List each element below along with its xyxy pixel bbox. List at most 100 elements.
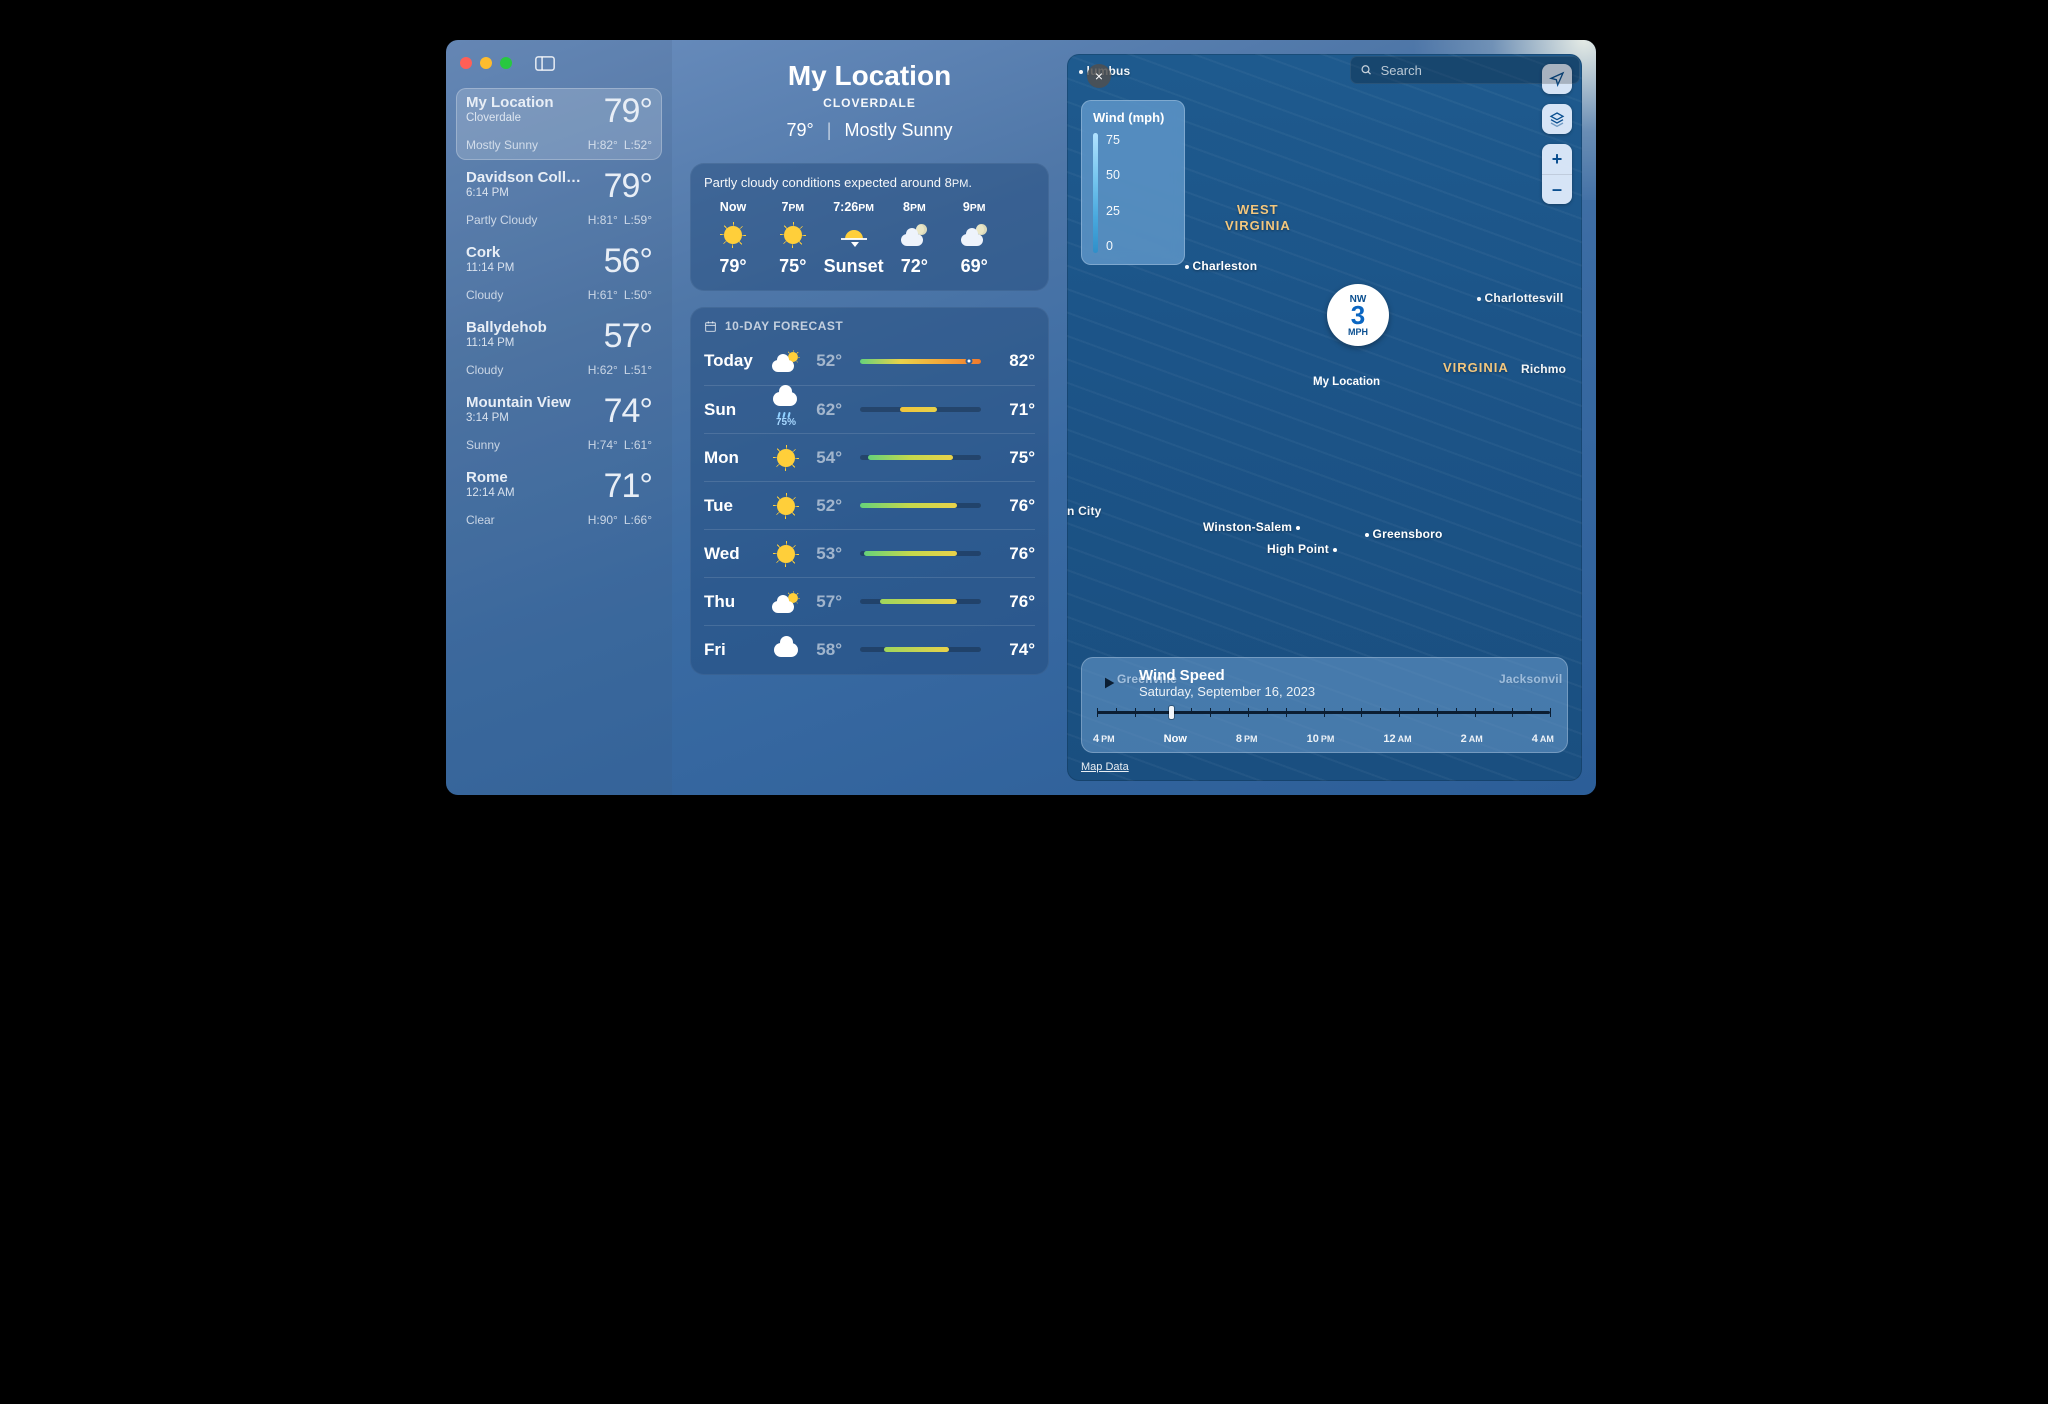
- day-row-1[interactable]: Sun75%62°71°: [704, 385, 1035, 433]
- timeline-titles: Wind Speed Saturday, September 16, 2023: [1139, 667, 1315, 699]
- location-name: Cork: [466, 244, 514, 261]
- day-row-4[interactable]: Wed53°76°: [704, 529, 1035, 577]
- location-condition: Mostly Sunny: [466, 138, 538, 152]
- day-name: Today: [704, 351, 766, 371]
- location-condition: Cloudy: [466, 363, 503, 377]
- legend-tick: 25: [1106, 204, 1120, 218]
- sidebar-item-2[interactable]: Cork11:14 PM56°CloudyH:61°L:50°: [456, 237, 662, 310]
- timeline-tick-label: 2AM: [1461, 733, 1483, 745]
- header-temp: 79°: [787, 120, 814, 140]
- temp-range-bar: [860, 407, 981, 412]
- sun-icon: [784, 226, 802, 244]
- search-input[interactable]: [1381, 63, 1570, 78]
- map-state-label: WEST: [1237, 202, 1279, 217]
- sun-icon: [724, 226, 742, 244]
- map-city-label: Richmo: [1521, 362, 1566, 376]
- timeline-play-button[interactable]: [1093, 667, 1125, 699]
- hour-item-1: 7PM75°: [764, 200, 822, 277]
- timeline-thumb[interactable]: [1169, 706, 1174, 719]
- day-low: 58°: [806, 640, 850, 660]
- sidebar-item-1[interactable]: Davidson Coll…6:14 PM79°Partly CloudyH:8…: [456, 162, 662, 235]
- day-icon-wrap: [766, 591, 806, 613]
- location-name: Mountain View: [466, 394, 571, 411]
- rain-icon: [773, 392, 799, 416]
- day-name: Mon: [704, 448, 766, 468]
- toggle-sidebar-button[interactable]: [534, 54, 556, 72]
- legend-tick: 0: [1106, 239, 1120, 253]
- header-cond: Mostly Sunny: [844, 120, 952, 140]
- map-state-label: VIRGINIA: [1225, 218, 1291, 233]
- location-subtitle: 11:14 PM: [466, 262, 514, 274]
- location-list: My LocationCloverdale79°Mostly SunnyH:82…: [456, 88, 662, 535]
- day-row-5[interactable]: Thu 57° 76°: [704, 577, 1035, 625]
- sidebar-item-5[interactable]: Rome12:14 AM71°ClearH:90°L:66°: [456, 462, 662, 535]
- map-close-button[interactable]: ×: [1087, 64, 1111, 88]
- day-low: 54°: [806, 448, 850, 468]
- sidebar-item-3[interactable]: Ballydehob11:14 PM57°CloudyH:62°L:51°: [456, 312, 662, 385]
- location-subtitle: 12:14 AM: [466, 487, 515, 499]
- day-row-3[interactable]: Tue52°76°: [704, 481, 1035, 529]
- map-panel[interactable]: × + – Wind (mph) 7550250: [1067, 54, 1582, 781]
- map-legend: Wind (mph) 7550250: [1081, 100, 1185, 265]
- location-temp: 74°: [604, 394, 652, 428]
- layers-icon: [1549, 111, 1565, 127]
- map-layers-button[interactable]: [1542, 104, 1572, 134]
- day-high: 76°: [991, 592, 1035, 612]
- day-high: 82°: [991, 351, 1035, 371]
- precip-chance: 75%: [776, 417, 796, 428]
- map-city-label: Charleston: [1185, 259, 1257, 273]
- timeline-track[interactable]: [1097, 707, 1550, 731]
- window-titlebar: [456, 50, 662, 88]
- hour-value: Sunset: [824, 256, 884, 277]
- ten-day-title: 10-DAY FORECAST: [725, 319, 843, 333]
- temp-range-bar: [860, 599, 981, 604]
- day-row-2[interactable]: Mon 54° 75°: [704, 433, 1035, 481]
- sunset-icon: [841, 225, 867, 245]
- current-temp-dot: [965, 358, 972, 365]
- sidebar: My LocationCloverdale79°Mostly SunnyH:82…: [446, 40, 672, 795]
- hour-value: 75°: [779, 256, 806, 277]
- wind-pin[interactable]: NW 3 MPH: [1327, 284, 1389, 346]
- sidebar-item-4[interactable]: Mountain View3:14 PM74°SunnyH:74°L:61°: [456, 387, 662, 460]
- search-field[interactable]: [1350, 56, 1580, 84]
- window-close-button[interactable]: [460, 57, 472, 69]
- hour-item-2: 7:26PMSunset: [824, 200, 884, 277]
- ten-day-forecast-card[interactable]: 10-DAY FORECAST Today52°82°Sun75%62°71°M…: [690, 307, 1049, 675]
- location-hilo: H:90°L:66°: [582, 513, 652, 527]
- window-minimize-button[interactable]: [480, 57, 492, 69]
- timeline-tick-label: 4PM: [1093, 733, 1115, 745]
- timeline-tick-label: 12AM: [1383, 733, 1411, 745]
- location-hilo: H:74°L:61°: [582, 438, 652, 452]
- legend-ticks: 7550250: [1106, 133, 1120, 253]
- hour-item-0: Now79°: [704, 200, 762, 277]
- location-temp: 79°: [604, 94, 652, 128]
- hourly-row: Now79°7PM75°7:26PMSunset8PM72°9PM69°: [704, 200, 1035, 277]
- hourly-forecast-card[interactable]: Partly cloudy conditions expected around…: [690, 163, 1049, 291]
- wind-speed: 3: [1351, 302, 1365, 328]
- legend-title: Wind (mph): [1093, 110, 1173, 125]
- day-icon-wrap: [766, 449, 806, 467]
- hour-label: 8PM: [903, 200, 926, 214]
- hour-item-4: 9PM69°: [945, 200, 1003, 277]
- moon-cloud-icon: [901, 224, 927, 246]
- window-zoom-button[interactable]: [500, 57, 512, 69]
- location-temp: 57°: [604, 319, 652, 353]
- location-header: My Location CLOVERDALE 79° | Mostly Sunn…: [690, 60, 1049, 141]
- day-high: 75°: [991, 448, 1035, 468]
- play-icon: [1101, 674, 1117, 692]
- sidebar-item-0[interactable]: My LocationCloverdale79°Mostly SunnyH:82…: [456, 88, 662, 160]
- day-low: 57°: [806, 592, 850, 612]
- map-zoom-in-button[interactable]: +: [1542, 144, 1572, 174]
- map-data-link[interactable]: Map Data: [1081, 761, 1129, 773]
- location-hilo: H:62°L:51°: [582, 363, 652, 377]
- sidebar-icon: [535, 56, 555, 71]
- traffic-lights: [460, 57, 512, 69]
- day-name: Thu: [704, 592, 766, 612]
- day-row-0[interactable]: Today52°82°: [704, 337, 1035, 385]
- hour-label: 9PM: [963, 200, 986, 214]
- day-icon-wrap: [766, 497, 806, 515]
- day-row-6[interactable]: Fri58°74°: [704, 625, 1035, 673]
- location-name: Davidson Coll…: [466, 169, 581, 186]
- location-condition: Sunny: [466, 438, 500, 452]
- map-zoom-out-button[interactable]: –: [1542, 174, 1572, 204]
